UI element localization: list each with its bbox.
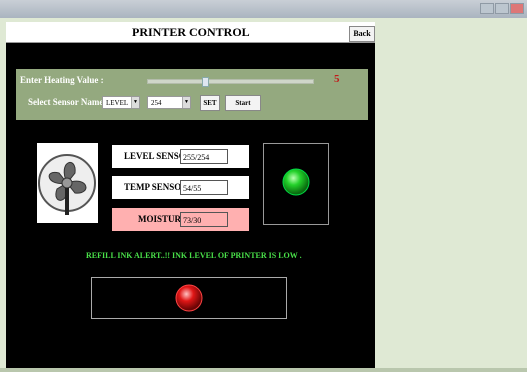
chevron-down-icon: ▼ <box>182 97 190 108</box>
sensor-name-label: Select Sensor Name <box>28 97 104 107</box>
sensor-select[interactable]: LEVEL ▼ <box>102 96 140 109</box>
printer-control-app: PRINTER CONTROL Back Enter Heating Value… <box>6 22 375 368</box>
header-bar: PRINTER CONTROL Back <box>6 22 375 43</box>
alert-led <box>175 284 203 312</box>
ink-alert-message: REFILL INK ALERT..!! INK LEVEL OF PRINTE… <box>86 251 302 260</box>
alert-led-panel <box>91 277 287 319</box>
status-led-panel <box>263 143 329 225</box>
heating-slider-thumb[interactable] <box>201 77 209 87</box>
temp-sensor-value: 54/55 <box>180 180 228 195</box>
start-button[interactable]: Start <box>225 95 261 111</box>
heating-label: Enter Heating Value : <box>20 75 104 85</box>
maximize-icon[interactable] <box>495 3 509 14</box>
set-button[interactable]: SET <box>200 95 220 111</box>
back-button[interactable]: Back <box>349 26 375 42</box>
heating-slider[interactable] <box>147 77 314 87</box>
window-bottom-edge <box>0 368 527 372</box>
close-icon[interactable] <box>510 3 524 14</box>
threshold-select-value: 254 <box>151 99 162 107</box>
fan-graphic <box>38 150 96 216</box>
heating-value: 5 <box>334 73 340 85</box>
status-led <box>282 168 310 196</box>
fan-icon <box>37 143 98 223</box>
page-title: PRINTER CONTROL <box>132 25 250 39</box>
chevron-down-icon: ▼ <box>131 97 139 108</box>
threshold-select[interactable]: 254 ▼ <box>147 96 191 109</box>
level-sensor-value: 255/254 <box>180 149 228 164</box>
moisture-value: 73/30 <box>180 212 228 227</box>
control-panel: Enter Heating Value : 5 Select Sensor Na… <box>16 69 368 120</box>
window-titlebar <box>0 0 527 18</box>
sensor-select-value: LEVEL <box>106 99 129 107</box>
minimize-icon[interactable] <box>480 3 494 14</box>
